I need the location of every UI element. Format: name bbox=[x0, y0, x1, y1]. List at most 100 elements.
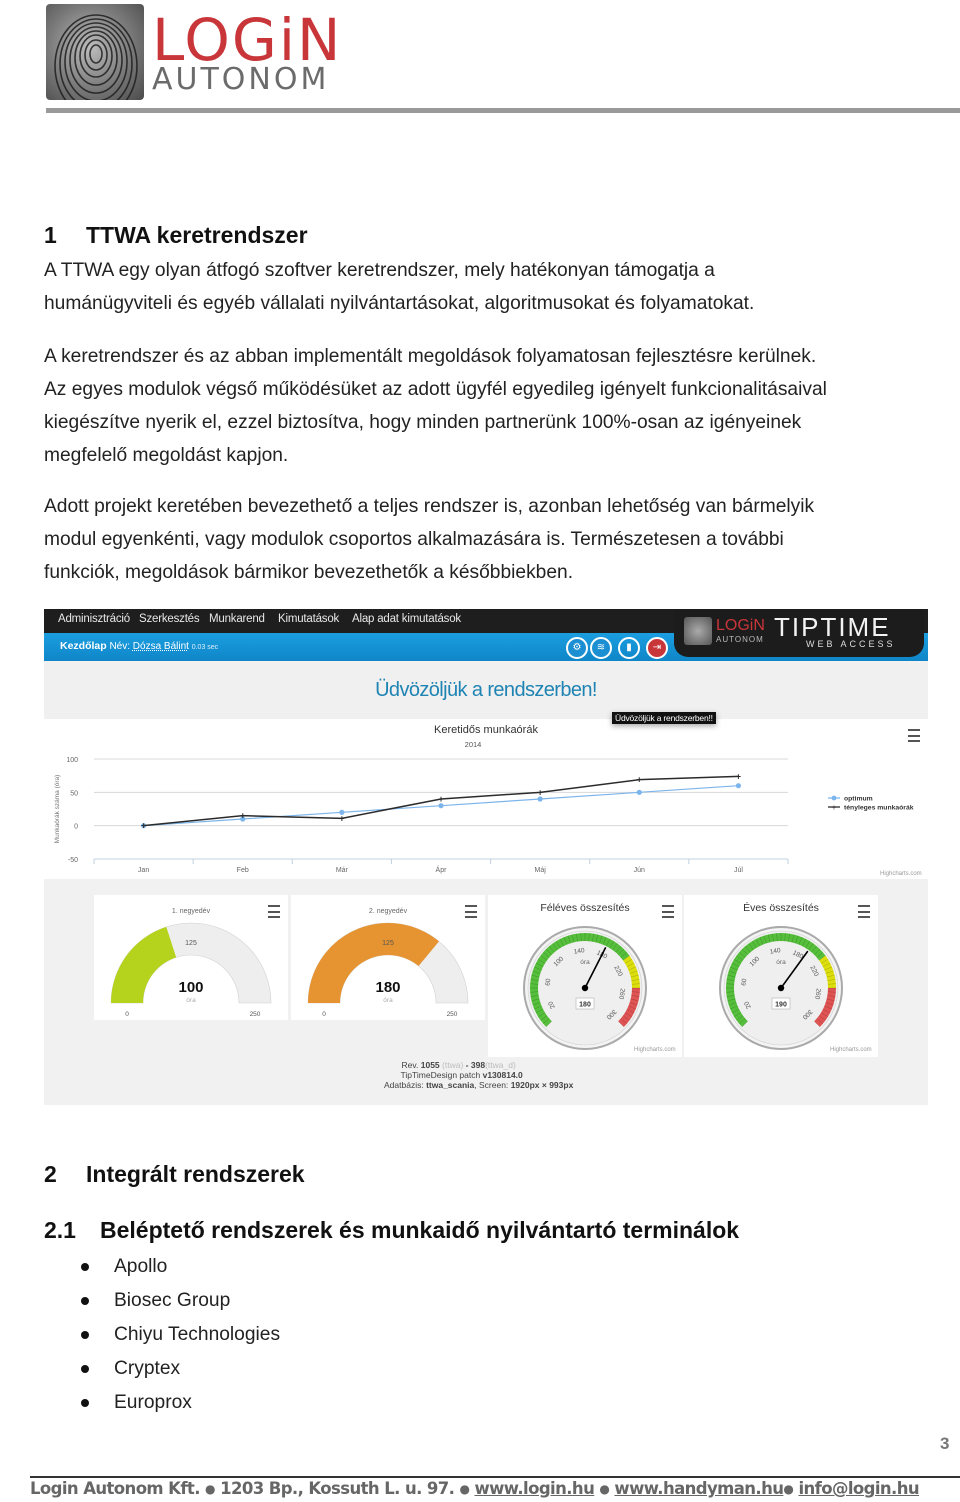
gauge-mid-label: 125 bbox=[185, 940, 197, 947]
footer-link-email[interactable]: info@login.hu bbox=[798, 1479, 919, 1498]
rev-sep: - bbox=[465, 1060, 469, 1070]
dial-unit: óra bbox=[776, 959, 786, 966]
screen-label: , Screen: bbox=[474, 1080, 509, 1090]
db-label: Adatbázis: bbox=[384, 1080, 424, 1090]
breadcrumb: Kezdőlap Név: Dózsa Bálint 0.03 sec bbox=[60, 640, 218, 652]
chart-menu-icon[interactable] bbox=[662, 905, 674, 918]
text-line: megfelelő megoldást kapjon. bbox=[44, 445, 289, 466]
list-item-text: Apollo bbox=[114, 1256, 168, 1277]
dial-panel-half-year: Féléves összesítés2060100140180220260300… bbox=[488, 895, 682, 1057]
brand-web-access: WEB ACCESS bbox=[806, 639, 896, 649]
gauge-title: 2. negyedév bbox=[369, 908, 408, 915]
highcharts-credit[interactable]: Highcharts.com bbox=[634, 1047, 676, 1053]
section-number: 2 bbox=[44, 1161, 57, 1187]
section-1-paragraph-3: Adott projekt keretében bevezethető a te… bbox=[44, 490, 814, 589]
separator-dot-icon: ● bbox=[205, 1482, 215, 1496]
breadcrumb-home[interactable]: Kezdőlap bbox=[60, 640, 107, 652]
dial-title: Éves összesítés bbox=[743, 901, 819, 914]
chart-menu-icon[interactable] bbox=[465, 905, 477, 918]
settings-icon[interactable]: ⚙ bbox=[566, 637, 588, 659]
layers-icon[interactable]: ≋ bbox=[590, 637, 612, 659]
gauge-value: 100 bbox=[178, 979, 203, 996]
rev2-source: (ttwa_d) bbox=[485, 1060, 516, 1070]
bullet-icon bbox=[81, 1365, 89, 1373]
section-title: Beléptető rendszerek és munkaidő nyilván… bbox=[100, 1217, 740, 1243]
screen-size: 1920px × 993px bbox=[510, 1080, 574, 1090]
app-screenshot: Adminisztráció Szerkesztés Munkarend Kim… bbox=[44, 609, 928, 1105]
gauge-max-label: 250 bbox=[447, 1011, 458, 1018]
logout-icon[interactable]: ⇥ bbox=[646, 637, 668, 659]
gauge-unit: óra bbox=[383, 997, 393, 1004]
dial-tick-label: 60 bbox=[544, 978, 552, 987]
section-1-heading: 1 TTWA keretrendszer bbox=[44, 222, 308, 249]
y-tick-label: 100 bbox=[66, 757, 78, 764]
chart-title: Keretidős munkaórák bbox=[434, 724, 538, 736]
nav-item-edit[interactable]: Szerkesztés bbox=[139, 613, 200, 625]
text-line: funkciók, megoldások bármikor bevezethet… bbox=[44, 562, 574, 583]
tiptime-brand: LOGiN AUTONOM TIPTIME WEB ACCESS bbox=[674, 609, 924, 657]
text-line: A keretrendszer és az abban implementált… bbox=[44, 346, 817, 367]
app-version-info: Rev. 1055 (ttwa) - 398(ttwa_d) TipTimeDe… bbox=[384, 1060, 573, 1090]
rev2-number: 398 bbox=[470, 1060, 486, 1070]
data-point: + bbox=[637, 775, 642, 785]
legend-label: tényleges munkaórák bbox=[844, 805, 914, 812]
legend-marker bbox=[831, 795, 837, 801]
separator-dot-icon: ● bbox=[599, 1482, 610, 1496]
nav-item-base-reports[interactable]: Alap adat kimutatások bbox=[352, 613, 461, 625]
section-1-paragraph-2: A keretrendszer és az abban implementált… bbox=[44, 340, 827, 472]
data-point bbox=[636, 789, 642, 795]
chart-menu-icon[interactable] bbox=[858, 905, 870, 918]
fingerprint-logo-icon bbox=[46, 4, 144, 100]
patch-version: v130814.0 bbox=[482, 1070, 523, 1080]
speedometer-half-year: Féléves összesítés2060100140180220260300… bbox=[523, 902, 647, 1050]
section-1-paragraph-1: A TTWA egy olyan átfogó szoftver keretre… bbox=[44, 254, 754, 320]
x-tick-label: Ápr bbox=[436, 865, 448, 874]
line-chart: Keretidős munkaórák 2014 Munkaórák száma (… bbox=[54, 724, 914, 874]
text-line: humánügyviteli és egyéb vállalati nyilvá… bbox=[44, 293, 755, 314]
x-tick-label: Jún bbox=[634, 867, 645, 874]
rev-source: (ttwa) bbox=[442, 1060, 464, 1070]
legend-marker: + bbox=[832, 803, 837, 812]
bullet-icon bbox=[81, 1263, 89, 1271]
highcharts-credit[interactable]: Highcharts.com bbox=[830, 1047, 872, 1053]
separator-dot-icon: ● bbox=[459, 1482, 470, 1496]
page-number: 3 bbox=[940, 1434, 950, 1453]
data-point: + bbox=[339, 813, 344, 823]
footer-link-login[interactable]: www.login.hu bbox=[475, 1479, 595, 1498]
patch-label: TipTimeDesign patch bbox=[400, 1070, 481, 1080]
gauge-value: 180 bbox=[375, 979, 400, 996]
dial-value: 190 bbox=[775, 1002, 787, 1009]
gauge-max-label: 250 bbox=[250, 1011, 261, 1018]
data-point: + bbox=[438, 794, 443, 804]
chart-subtitle: 2014 bbox=[465, 740, 482, 749]
nav-item-schedule[interactable]: Munkarend bbox=[209, 613, 265, 625]
list-item-text: Biosec Group bbox=[114, 1290, 231, 1311]
welcome-heading: Üdvözöljük a rendszerben! bbox=[375, 679, 597, 701]
name-label: Név: bbox=[109, 641, 131, 652]
footer-divider bbox=[30, 1476, 960, 1478]
chart-menu-icon[interactable] bbox=[908, 729, 920, 742]
footer-link-handyman[interactable]: www.handyman.hu bbox=[614, 1479, 784, 1498]
load-time: 0.03 sec bbox=[191, 644, 219, 651]
gauge-panel-q1: 1. negyedév 125 100 óra 0 250 bbox=[94, 895, 288, 1020]
list-item-text: Europrox bbox=[114, 1392, 192, 1413]
user-name-link[interactable]: Dózsa Bálint bbox=[133, 641, 189, 652]
y-tick-label: 0 bbox=[74, 824, 78, 831]
brand-login: LOGiN bbox=[716, 617, 765, 634]
text-line: modul egyenkénti, vagy modulok csoportos… bbox=[44, 529, 784, 550]
x-tick-label: Júl bbox=[734, 867, 743, 874]
highcharts-credit[interactable]: Highcharts.com bbox=[880, 871, 922, 877]
header-divider bbox=[46, 108, 960, 113]
x-tick-label: Máj bbox=[535, 867, 547, 874]
text-line: Adott projekt keretében bevezethető a te… bbox=[44, 496, 815, 517]
bookmark-icon[interactable]: ▮ bbox=[618, 637, 640, 659]
y-axis-label: Munkaórák száma (óra) bbox=[54, 775, 61, 844]
nav-item-reports[interactable]: Kimutatások bbox=[278, 613, 339, 625]
line-chart-panel: Keretidős munkaórák 2014 Munkaórák száma (… bbox=[44, 719, 928, 879]
chart-menu-icon[interactable] bbox=[268, 905, 280, 918]
legend-label: optimum bbox=[844, 796, 873, 803]
nav-item-admin[interactable]: Adminisztráció bbox=[58, 613, 130, 625]
dial-tick-label: 60 bbox=[740, 978, 748, 987]
gauge-panel-q2: 2. negyedév 125 180 óra 0 250 bbox=[291, 895, 485, 1020]
logo-subtitle: AUTONOM bbox=[152, 62, 330, 97]
